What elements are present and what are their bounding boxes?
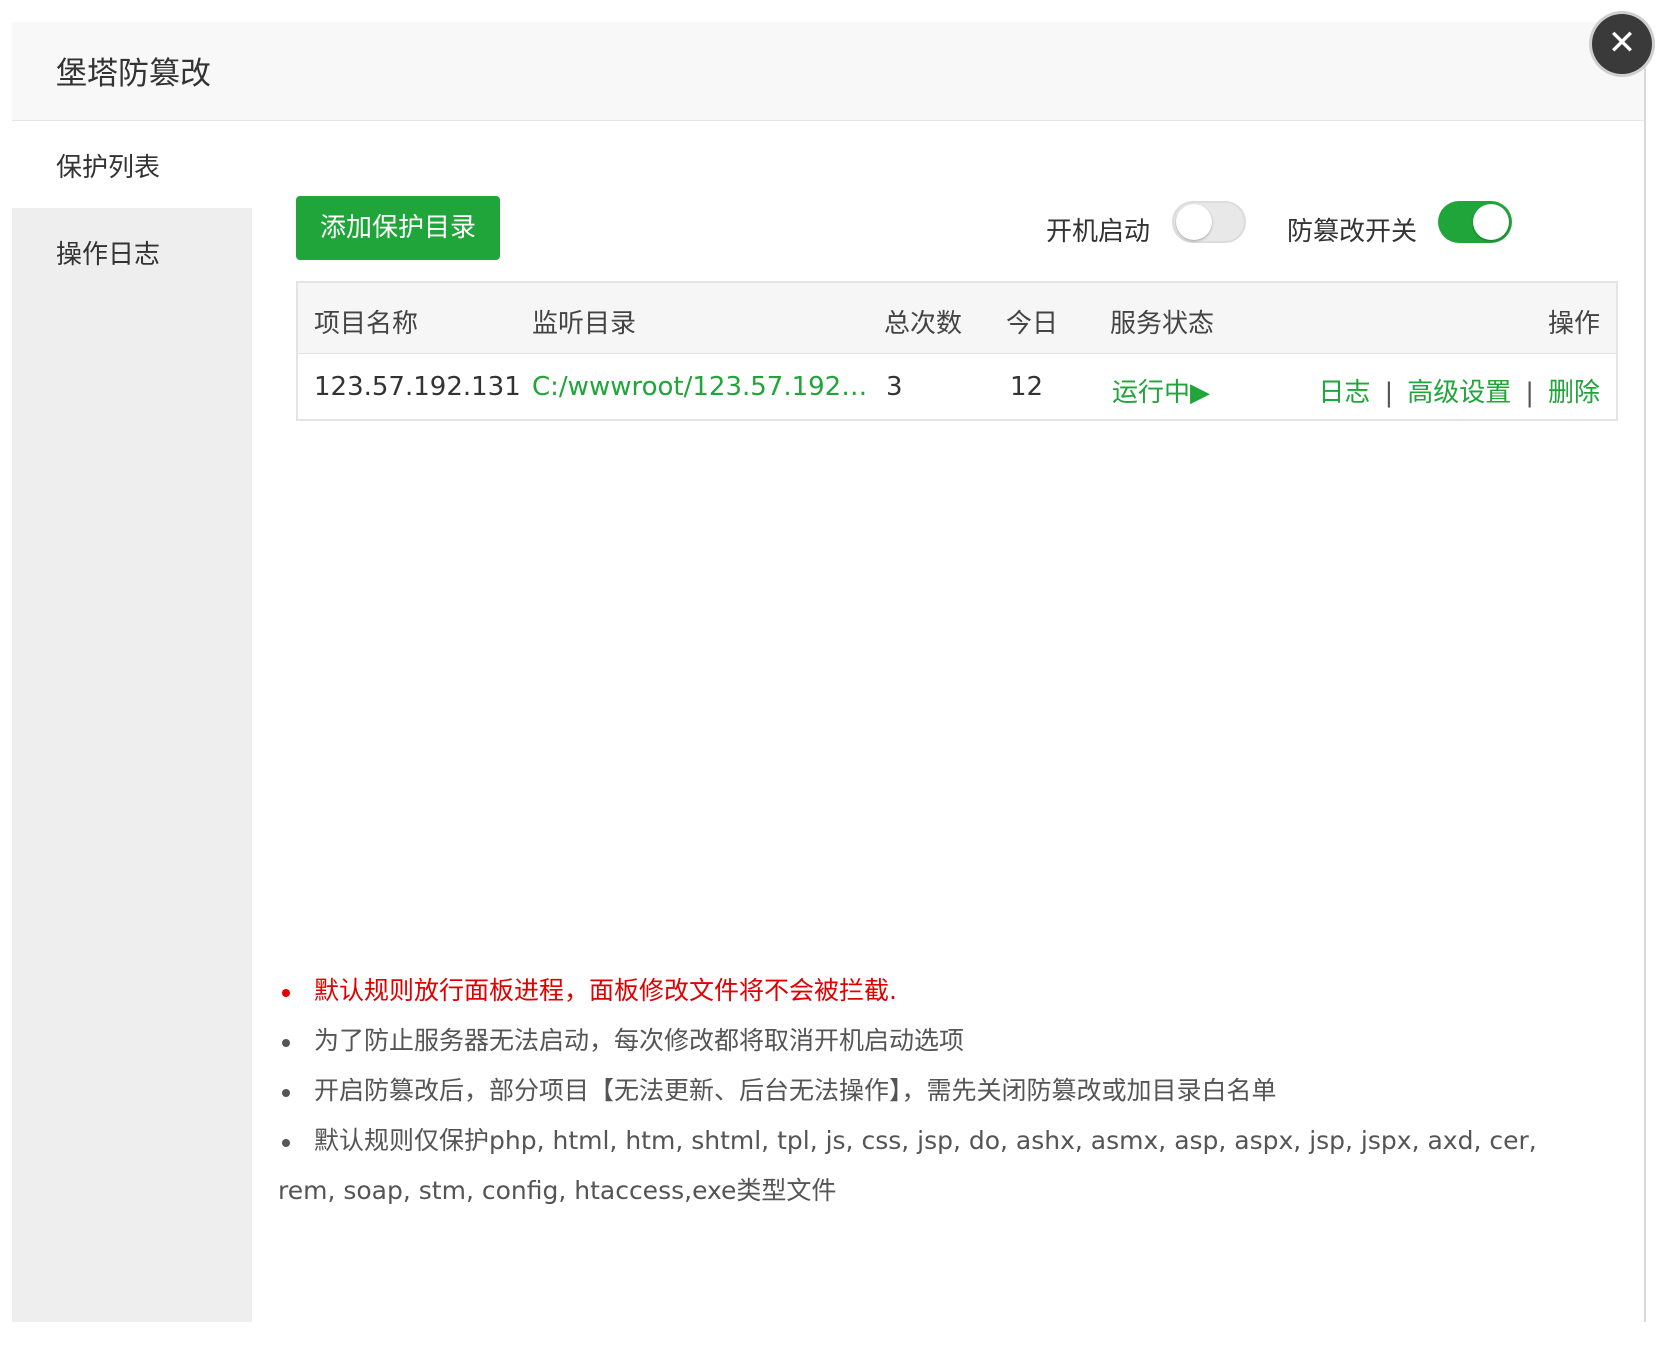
cell-project-name: 123.57.192.131 <box>314 372 521 402</box>
col-watch-dir: 监听目录 <box>532 309 637 339</box>
col-actions: 操作 <box>1547 309 1600 339</box>
cell-watch-dir-link[interactable]: C:/wwwroot/123.57.192… <box>532 372 867 402</box>
note-item: 开启防篡改后，部分项目【无法更新、后台无法操作】，需先关闭防篡改或加目录白名单 <box>278 1066 1578 1116</box>
log-link[interactable]: 日志 <box>1318 378 1370 408</box>
main-content: 添加保护目录 开机启动 防篡改开关 项目名称 监听目录 总次数 今日 服务状态 … <box>252 121 1644 1322</box>
notes-list: 默认规则放行面板进程，面板修改文件将不会被拦截. 为了防止服务器无法启动，每次修… <box>278 966 1578 1216</box>
tamper-switch-label: 防篡改开关 <box>1287 217 1418 247</box>
cell-today: 12 <box>1010 372 1044 402</box>
sidebar-item-operation-log[interactable]: 操作日志 <box>12 208 252 295</box>
sidebar-item-label: 操作日志 <box>56 240 161 270</box>
col-project-name: 项目名称 <box>314 309 419 339</box>
col-status: 服务状态 <box>1110 309 1215 339</box>
row-actions: 日志 | 高级设置 | 删除 <box>1318 372 1600 409</box>
tamper-dialog: 堡塔防篡改 ✕ 保护列表 操作日志 添加保护目录 开机启动 防篡改开关 项目名称… <box>12 14 1652 1322</box>
boot-start-toggle[interactable] <box>1172 201 1246 243</box>
advanced-settings-link[interactable]: 高级设置 <box>1407 378 1511 408</box>
action-separator: | <box>1525 378 1534 408</box>
status-text: 运行中 <box>1112 378 1191 408</box>
dialog-header: 堡塔防篡改 <box>12 22 1644 121</box>
dialog-title: 堡塔防篡改 <box>56 56 211 92</box>
action-separator: | <box>1384 378 1394 408</box>
service-status-toggle[interactable]: 运行中▶ <box>1112 372 1210 409</box>
boot-start-label: 开机启动 <box>1046 217 1151 247</box>
table-header: 项目名称 监听目录 总次数 今日 服务状态 操作 <box>298 283 1616 354</box>
note-item: 默认规则仅保护php, html, htm, shtml, tpl, js, c… <box>278 1116 1578 1216</box>
toggle-knob <box>1176 204 1212 240</box>
play-icon: ▶ <box>1190 378 1211 408</box>
delete-link[interactable]: 删除 <box>1548 378 1600 408</box>
cell-total: 3 <box>886 372 903 402</box>
table-row: 123.57.192.131 C:/wwwroot/123.57.192… 3 … <box>298 354 1616 421</box>
sidebar-item-label: 保护列表 <box>56 153 161 183</box>
note-item: 默认规则放行面板进程，面板修改文件将不会被拦截. <box>278 966 1578 1016</box>
note-item: 为了防止服务器无法启动，每次修改都将取消开机启动选项 <box>278 1016 1578 1066</box>
toggle-knob <box>1473 204 1509 240</box>
tamper-switch-toggle[interactable] <box>1438 201 1512 243</box>
sidebar-item-protect-list[interactable]: 保护列表 <box>12 121 252 208</box>
col-total: 总次数 <box>884 309 963 339</box>
sidebar: 保护列表 操作日志 <box>12 121 252 1322</box>
col-today: 今日 <box>1006 309 1059 339</box>
close-icon[interactable]: ✕ <box>1592 14 1652 74</box>
protect-table: 项目名称 监听目录 总次数 今日 服务状态 操作 123.57.192.131 … <box>296 281 1618 421</box>
add-protect-dir-button[interactable]: 添加保护目录 <box>296 196 500 260</box>
